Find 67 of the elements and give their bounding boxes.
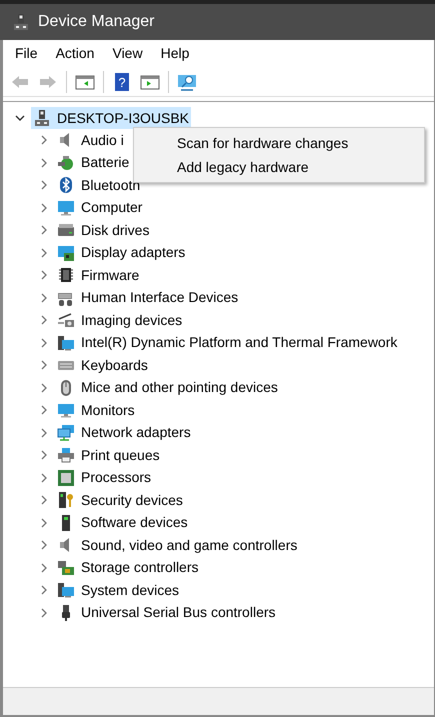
expand-chevron-icon[interactable] bbox=[39, 292, 49, 303]
expand-chevron-icon[interactable] bbox=[39, 562, 49, 573]
battery-icon bbox=[57, 154, 75, 172]
tree-item[interactable]: Disk drives bbox=[55, 220, 152, 241]
expand-chevron-icon[interactable] bbox=[39, 450, 49, 460]
expand-chevron-icon[interactable] bbox=[39, 518, 49, 528]
tree-item[interactable]: Storage controllers bbox=[55, 557, 201, 578]
printer-icon bbox=[57, 446, 75, 464]
tree-item[interactable]: Software devices bbox=[55, 512, 190, 534]
tree-item[interactable]: Sound, video and game controllers bbox=[55, 534, 300, 556]
expand-chevron-icon[interactable] bbox=[39, 472, 49, 483]
tree-item[interactable]: Display adapters bbox=[55, 242, 188, 264]
monitor-icon bbox=[57, 401, 75, 420]
system-device-icon bbox=[57, 334, 75, 352]
expand-chevron-icon[interactable] bbox=[39, 382, 49, 393]
expand-chevron-icon[interactable] bbox=[39, 202, 49, 213]
tree-item[interactable]: System devices bbox=[55, 580, 182, 601]
expand-chevron-icon[interactable] bbox=[39, 360, 49, 370]
camera-icon bbox=[57, 311, 75, 330]
tree-item[interactable]: Computer bbox=[55, 197, 144, 218]
tree-item[interactable]: Monitors bbox=[55, 400, 137, 421]
expand-chevron-icon[interactable] bbox=[39, 248, 49, 258]
tree-item[interactable]: Audio i bbox=[55, 130, 126, 151]
menu-item[interactable]: Action bbox=[56, 43, 94, 64]
display-adapter-icon bbox=[57, 244, 75, 262]
menu-item[interactable]: Help bbox=[160, 43, 190, 64]
expand-chevron-icon[interactable] bbox=[39, 338, 49, 348]
tree-item[interactable]: Batterie bbox=[55, 152, 132, 174]
tree-item[interactable]: Processors bbox=[55, 467, 154, 488]
context-menu-item[interactable]: Scan for hardware changes bbox=[134, 131, 424, 155]
tree-item[interactable]: Security devices bbox=[55, 490, 185, 511]
expand-chevron-icon[interactable] bbox=[39, 135, 49, 146]
tree-item[interactable]: Human Interface Devices bbox=[55, 287, 240, 308]
tree-item[interactable]: Firmware bbox=[55, 264, 142, 286]
expand-chevron-icon[interactable] bbox=[39, 608, 49, 618]
expand-chevron-icon[interactable] bbox=[39, 495, 49, 506]
monitor-icon bbox=[57, 198, 75, 217]
tree-item[interactable]: Universal Serial Bus controllers bbox=[55, 602, 278, 624]
expand-chevron-icon[interactable] bbox=[39, 225, 49, 236]
system-device-icon bbox=[57, 581, 75, 600]
tree-item[interactable]: Mice and other pointing devices bbox=[55, 377, 280, 398]
tree-item[interactable]: Intel(R) Dynamic Platform and Thermal Framework bbox=[55, 332, 400, 354]
expand-chevron-icon[interactable] bbox=[39, 270, 49, 280]
window-title: Device Manager bbox=[38, 12, 154, 32]
expand-chevron-icon[interactable] bbox=[39, 585, 49, 596]
expand-chevron-icon[interactable] bbox=[39, 158, 49, 168]
tree-item[interactable]: Network adapters bbox=[55, 422, 193, 444]
tree-item[interactable]: Imaging devices bbox=[55, 310, 184, 331]
expand-chevron-icon[interactable] bbox=[39, 540, 49, 550]
expand-chevron-icon[interactable] bbox=[39, 180, 49, 190]
expand-chevron-icon[interactable] bbox=[39, 405, 49, 416]
computer-icon bbox=[12, 13, 30, 31]
storage-controller-icon bbox=[57, 558, 75, 577]
network-icon bbox=[57, 424, 75, 442]
menu-item[interactable]: File bbox=[15, 43, 38, 64]
menu-item[interactable]: View bbox=[112, 43, 143, 64]
expand-chevron-icon[interactable] bbox=[39, 315, 49, 326]
tree-item[interactable]: Keyboards bbox=[55, 354, 150, 376]
computer-icon bbox=[33, 109, 51, 127]
chip-icon bbox=[57, 266, 75, 284]
security-key-icon bbox=[57, 491, 75, 510]
tree-item[interactable]: DESKTOP-I3OUSBK bbox=[31, 107, 192, 129]
bluetooth-icon bbox=[57, 176, 75, 194]
expand-chevron-icon[interactable] bbox=[39, 428, 49, 438]
processor-icon bbox=[57, 468, 75, 487]
collapse-chevron-icon[interactable] bbox=[15, 113, 25, 123]
tree-item[interactable]: Print queues bbox=[55, 444, 162, 466]
